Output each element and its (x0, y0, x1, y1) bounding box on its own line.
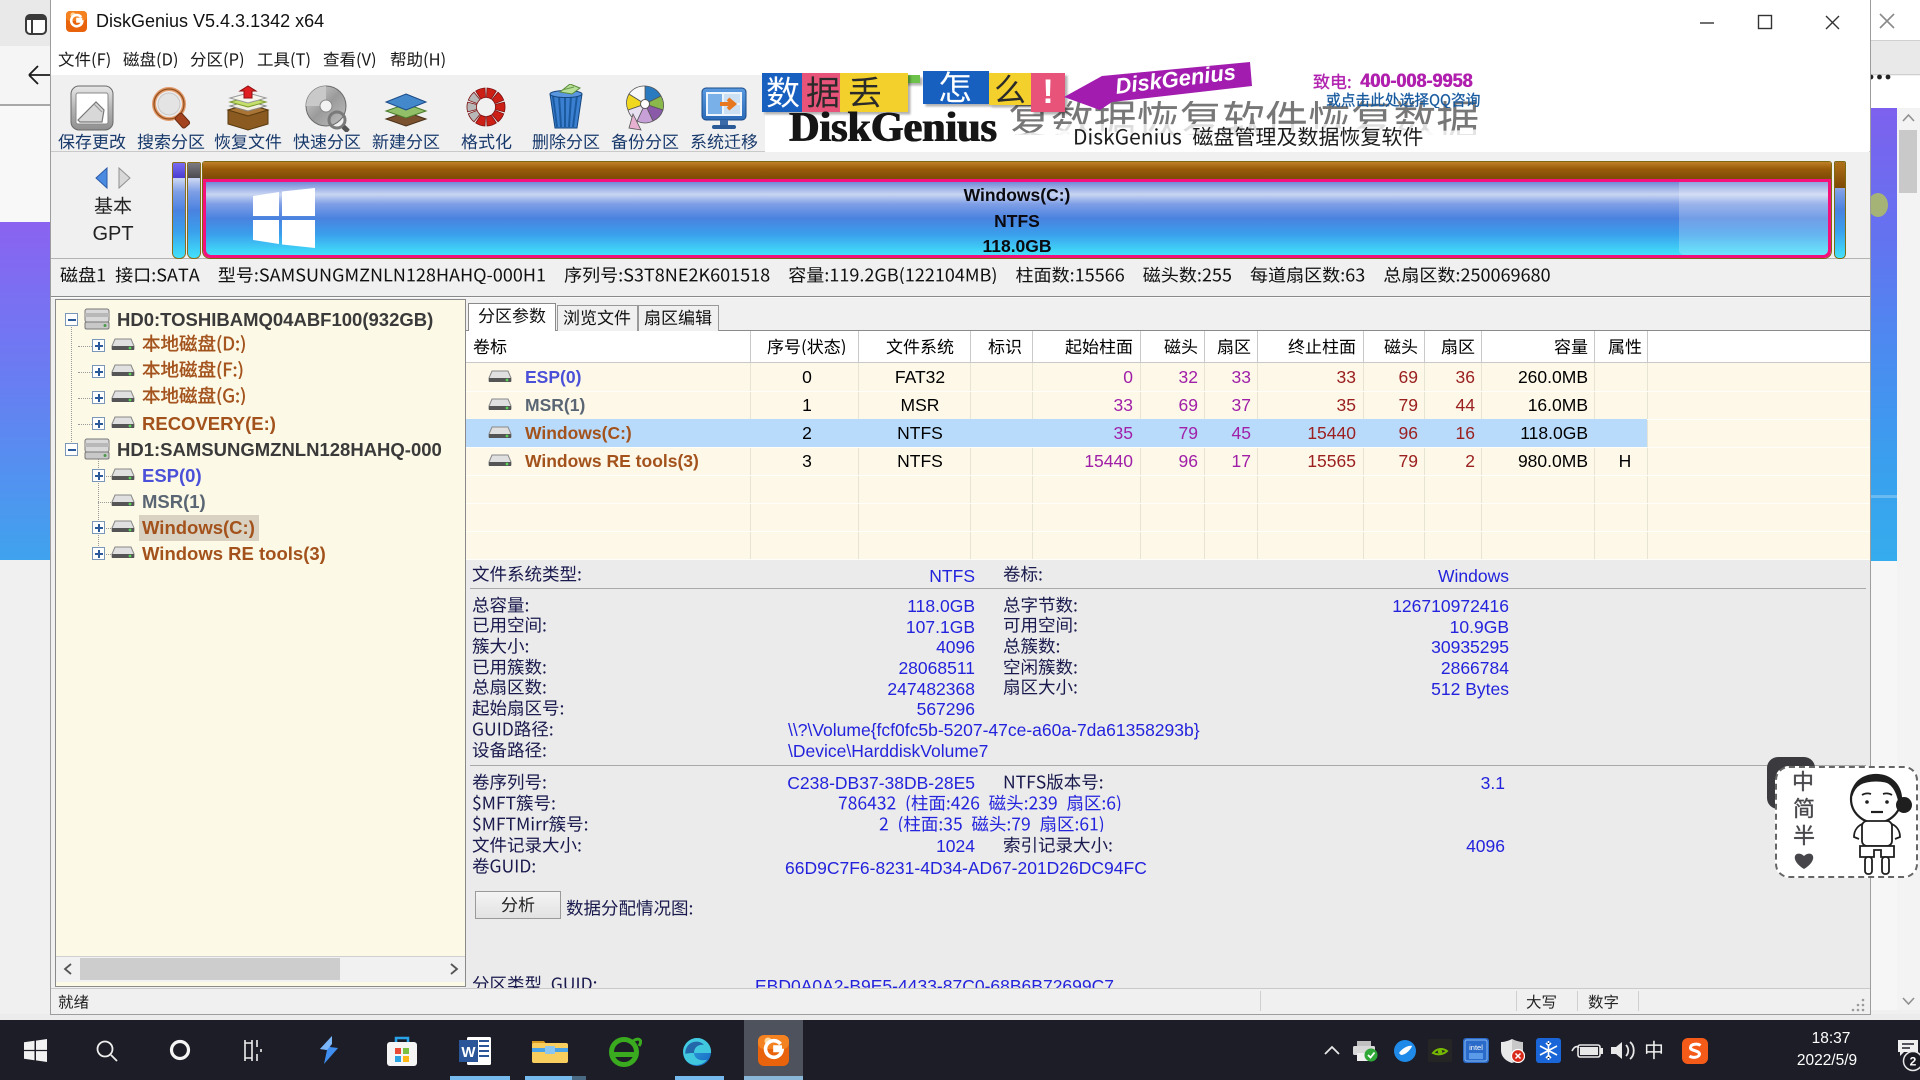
svg-text:2: 2 (1910, 1055, 1917, 1069)
svg-text:W: W (461, 1044, 476, 1061)
svg-text:intel: intel (1469, 1043, 1483, 1052)
